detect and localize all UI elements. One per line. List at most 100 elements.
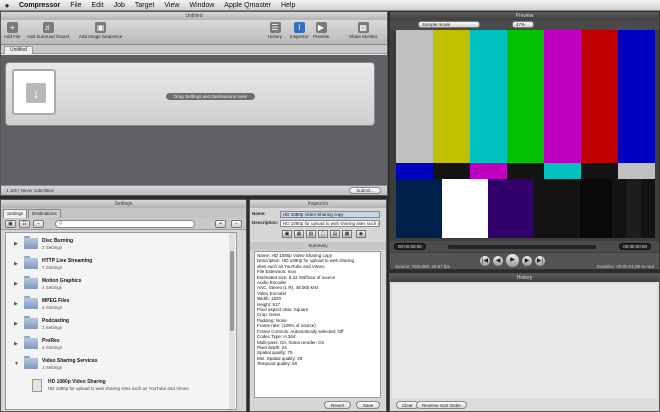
remove-setting-icon[interactable]: −	[231, 220, 242, 228]
actions-pane-icon[interactable]: ▤	[330, 230, 340, 238]
add-surround-sound-button[interactable]: ♬ Add Surround Sound	[27, 22, 69, 39]
settings-group-mpeg-files[interactable]: ▶ MPEG Files 4 Settings	[6, 295, 236, 313]
settings-window-title: Settings	[1, 200, 246, 208]
color-bar-bottom	[488, 179, 534, 238]
revert-button[interactable]: Revert	[324, 401, 352, 409]
color-bar-mid	[544, 163, 582, 179]
settings-scrollbar[interactable]	[229, 233, 235, 409]
settings-group-prores[interactable]: ▶ ProRes 4 Settings	[6, 335, 236, 353]
disclosure-triangle-open-icon[interactable]: ▼	[14, 361, 19, 367]
step-forward-icon[interactable]: ▶	[522, 256, 532, 266]
settings-group-motion-graphics[interactable]: ▶ Motion Graphics 4 Settings	[6, 275, 236, 293]
tab-destinations[interactable]: Destinations	[28, 209, 61, 218]
menu-window[interactable]: Window	[184, 2, 219, 9]
disclosure-triangle-icon[interactable]: ▶	[14, 301, 18, 307]
frame-controls-pane-icon[interactable]: ▦	[294, 230, 304, 238]
new-group-icon[interactable]: ▣	[5, 220, 16, 228]
disclosure-triangle-icon[interactable]: ▶	[14, 241, 18, 247]
name-label: Name:	[252, 211, 266, 216]
inspector-button[interactable]: i Inspector	[290, 22, 309, 39]
info-pane-icon[interactable]: ◉	[356, 230, 366, 238]
menu-job[interactable]: Job	[109, 2, 130, 9]
apple-menu-icon[interactable]: ●	[0, 1, 14, 10]
settings-group-video-sharing-services[interactable]: ▼ Video Sharing Services 1 Settings	[6, 355, 236, 373]
source-popup[interactable]: Sample movie	[418, 21, 480, 28]
color-bar-mid	[470, 163, 508, 179]
group-name: Podcasting	[42, 318, 69, 324]
history-window: History Clear Reverse Sort Order	[389, 273, 660, 412]
menu-file[interactable]: File	[65, 2, 86, 9]
preview-scrubber[interactable]: 00:00:00;00 00:00:00;00	[390, 241, 659, 252]
color-bar-bottom	[612, 179, 626, 238]
scrub-track[interactable]	[448, 245, 596, 249]
group-count: 2 Settings	[42, 245, 63, 250]
history-button[interactable]: ☰ History	[268, 22, 282, 39]
inspector-description-row: Description: HD 1080p for upload to web …	[250, 220, 386, 227]
add-file-icon: +	[6, 22, 18, 33]
color-bar-bottom	[442, 179, 488, 238]
settings-list[interactable]: ▶ Disc Burning 2 Settings ▶ HTTP Live St…	[5, 232, 237, 410]
settings-group-podcasting[interactable]: ▶ Podcasting 3 Settings	[6, 315, 236, 333]
group-count: 3 Settings	[42, 325, 63, 330]
filters-pane-icon[interactable]: ▧	[306, 230, 316, 238]
disclosure-triangle-icon[interactable]: ▶	[14, 261, 18, 267]
color-bar-top	[396, 30, 434, 163]
folder-icon	[24, 236, 38, 249]
menu-edit[interactable]: Edit	[87, 2, 109, 9]
tab-untitled[interactable]: Untitled	[4, 46, 33, 54]
inspector-name-row: Name: HD 1080p Video Sharing copy	[250, 211, 386, 218]
zoom-popup[interactable]: 47%	[512, 21, 534, 28]
preview-button[interactable]: ▶ Preview	[313, 22, 329, 39]
settings-search-input[interactable]: ⚲	[55, 220, 195, 228]
setting-hd-1080p-video-sharing[interactable]: HD 1080p Video Sharing HD 1080p for uplo…	[6, 375, 236, 397]
reverse-sort-order-button[interactable]: Reverse Sort Order	[416, 401, 468, 409]
preview-window-title: Preview	[390, 12, 659, 20]
add-file-button[interactable]: + Add File	[4, 22, 21, 39]
group-name: ProRes	[42, 338, 60, 344]
disclosure-triangle-icon[interactable]: ▶	[14, 321, 18, 327]
color-bar-mid	[581, 163, 619, 179]
submit-button[interactable]: Submit...	[349, 187, 381, 194]
summary-pane-icon[interactable]: ▩	[342, 230, 352, 238]
duplicate-icon[interactable]: ☷	[19, 220, 30, 228]
timecode-out[interactable]: 00:00:00;00	[619, 243, 651, 250]
add-image-sequence-button[interactable]: ▣ Add Image Sequence	[79, 22, 122, 39]
job-area[interactable]: ↓ Drag Settings and Destinations Here	[1, 55, 387, 193]
disclosure-triangle-icon[interactable]: ▶	[14, 341, 18, 347]
folder-icon	[24, 296, 38, 309]
tab-settings[interactable]: Settings	[3, 209, 28, 218]
geometry-pane-icon[interactable]: ▢	[318, 230, 328, 238]
save-button[interactable]: Save	[356, 401, 381, 409]
color-bar-bottom	[626, 179, 641, 238]
group-name: MPEG Files	[42, 298, 70, 304]
menu-apple-qmaster[interactable]: Apple Qmaster	[219, 2, 276, 9]
disclosure-triangle-icon[interactable]: ▶	[14, 281, 18, 287]
color-bar-mid	[618, 163, 655, 179]
zoom-popup-value: 47%	[516, 22, 526, 27]
menu-view[interactable]: View	[159, 2, 184, 9]
go-to-end-icon[interactable]: ▶|	[535, 256, 545, 266]
play-icon[interactable]: ▶	[506, 254, 519, 267]
share-monitor-button[interactable]: ▩ Share Monitor	[349, 22, 377, 39]
job-row[interactable]: ↓ Drag Settings and Destinations Here	[5, 62, 375, 126]
add-setting-icon[interactable]: +	[215, 220, 226, 228]
settings-scroll-thumb[interactable]	[230, 251, 234, 331]
description-field[interactable]: HD 1080p for upload to web sharing sites…	[280, 220, 380, 227]
color-bar-top	[581, 30, 619, 163]
history-list[interactable]	[392, 284, 657, 398]
go-to-start-icon[interactable]: |◀	[480, 256, 490, 266]
timecode-in[interactable]: 00:00:00;00	[394, 243, 426, 250]
settings-group-http-live-streaming[interactable]: ▶ HTTP Live Streaming 7 Settings	[6, 255, 236, 273]
delete-setting-icon[interactable]: −	[33, 220, 44, 228]
setting-document-icon	[32, 379, 42, 392]
step-back-icon[interactable]: ◀	[493, 256, 503, 266]
menu-help[interactable]: Help	[276, 2, 300, 9]
menu-target[interactable]: Target	[130, 2, 159, 9]
name-field[interactable]: HD 1080p Video Sharing copy	[280, 211, 380, 218]
encoder-pane-icon[interactable]: ▣	[282, 230, 292, 238]
source-drop-well[interactable]: ↓	[12, 69, 56, 115]
settings-toolbar: ▣ ☷ − ⚲ + −	[1, 218, 246, 230]
settings-group-disc-burning[interactable]: ▶ Disc Burning 2 Settings	[6, 235, 236, 253]
menu-compressor[interactable]: Compressor	[14, 2, 65, 9]
menu-bar: ● Compressor File Edit Job Target View W…	[0, 0, 660, 11]
